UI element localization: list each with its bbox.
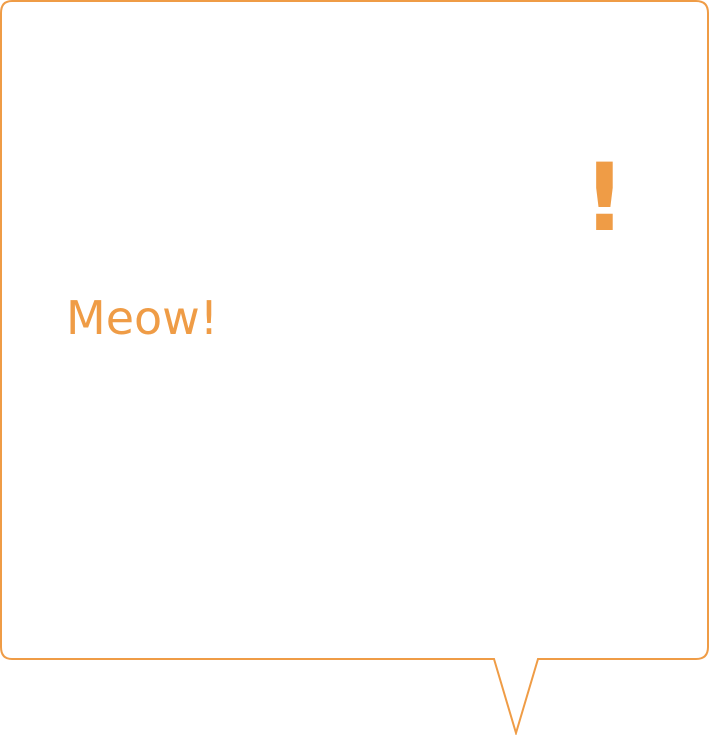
speech-bubble-outline [0,0,709,735]
speech-bubble [0,0,709,735]
speech-text: Meow! [66,291,219,345]
exclamation-mark: ! [583,144,626,253]
